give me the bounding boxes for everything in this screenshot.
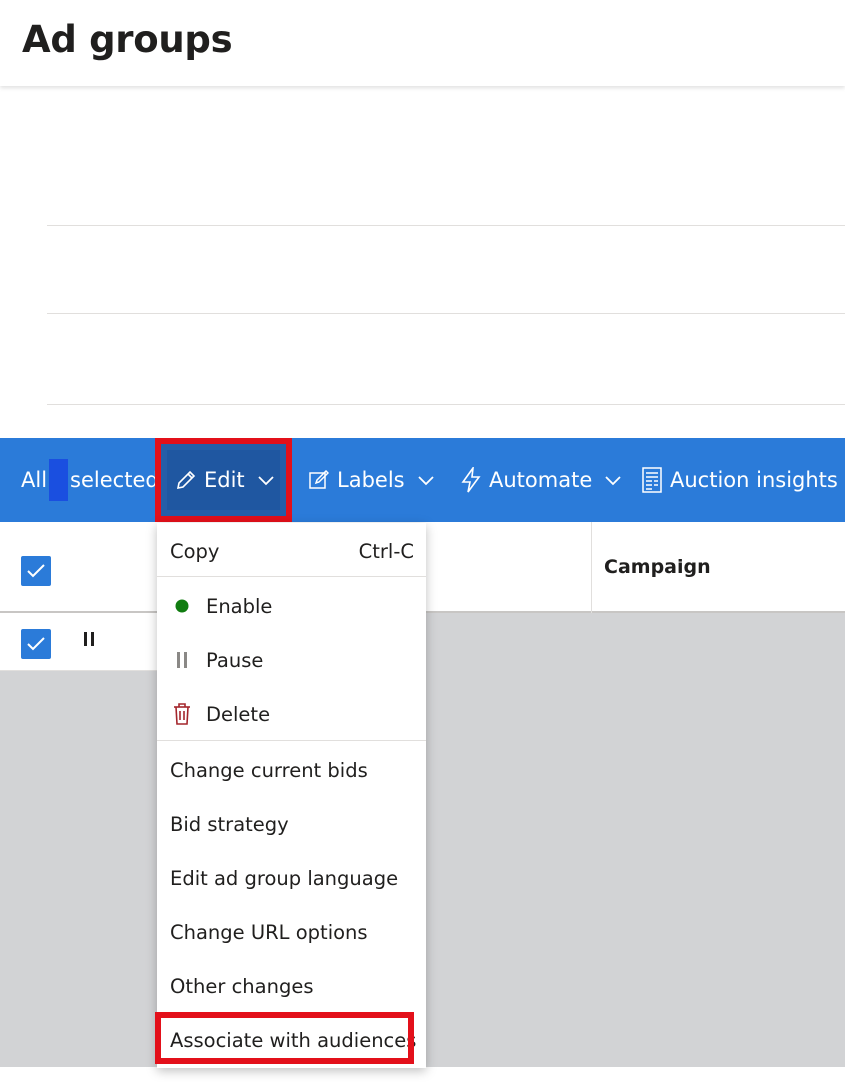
chart-gridline — [47, 313, 845, 314]
select-all-checkbox[interactable] — [21, 556, 51, 586]
edit-button[interactable]: Edit — [167, 450, 280, 510]
column-header-campaign[interactable]: Campaign — [604, 556, 711, 578]
associate-audiences-highlight — [155, 1012, 414, 1064]
menu-item-edit-language[interactable]: Edit ad group language — [157, 851, 426, 905]
menu-item-copy[interactable]: Copy Ctrl-C — [157, 524, 426, 578]
menu-item-enable[interactable]: Enable — [157, 579, 426, 633]
labels-button[interactable]: Labels — [309, 438, 435, 522]
menu-item-bid-strategy[interactable]: Bid strategy — [157, 797, 426, 851]
menu-item-pause[interactable]: Pause — [157, 633, 426, 687]
edit-button-highlight: Edit — [155, 438, 292, 522]
page-header: Ad groups — [0, 0, 845, 86]
pause-icon — [170, 648, 194, 672]
loading-overlay — [426, 613, 845, 671]
column-divider — [591, 522, 592, 613]
shortcut-label: Ctrl-C — [358, 539, 414, 563]
menu-item-label: Pause — [206, 648, 264, 672]
automate-button[interactable]: Automate — [461, 438, 622, 522]
report-icon — [642, 467, 662, 493]
edit-label: Edit — [204, 468, 245, 492]
automate-label: Automate — [489, 468, 593, 492]
performance-chart-area — [0, 86, 845, 438]
checkmark-icon — [27, 637, 45, 651]
pencil-icon — [176, 470, 196, 490]
chevron-down-icon — [605, 476, 621, 486]
labels-label: Labels — [337, 468, 405, 492]
chevron-down-icon — [417, 476, 434, 486]
chevron-down-icon — [258, 476, 274, 486]
lightning-icon — [461, 467, 481, 493]
menu-item-change-bids[interactable]: Change current bids — [157, 743, 426, 797]
selection-status: All selected — [21, 438, 159, 522]
auction-insights-label: Auction insights — [670, 468, 838, 492]
menu-divider — [157, 576, 426, 577]
menu-divider — [157, 740, 426, 741]
pause-icon — [84, 632, 94, 646]
trash-icon — [170, 702, 194, 726]
selected-label: selected — [70, 468, 159, 492]
green-dot-icon — [170, 594, 194, 618]
row-checkbox[interactable] — [21, 629, 51, 659]
all-label: All — [21, 468, 48, 492]
menu-item-change-url[interactable]: Change URL options — [157, 905, 426, 959]
menu-item-label: Delete — [206, 702, 271, 726]
menu-item-delete[interactable]: Delete — [157, 687, 426, 741]
selection-count-marker — [49, 459, 69, 501]
edit-dropdown-menu: Copy Ctrl-C Enable Pause Delete Change c… — [157, 523, 426, 1068]
checkmark-icon — [27, 564, 45, 578]
edit-label-icon — [309, 470, 329, 489]
chart-gridline — [47, 225, 845, 226]
menu-item-other-changes[interactable]: Other changes — [157, 959, 426, 1013]
auction-insights-button[interactable]: Auction insights — [642, 438, 838, 522]
selection-toolbar: All selected Edit Labels Automate Auctio… — [0, 438, 845, 522]
chart-gridline — [47, 404, 845, 405]
menu-item-label: Enable — [206, 594, 273, 618]
page-title: Ad groups — [22, 18, 233, 61]
menu-item-label: Copy — [170, 539, 220, 563]
